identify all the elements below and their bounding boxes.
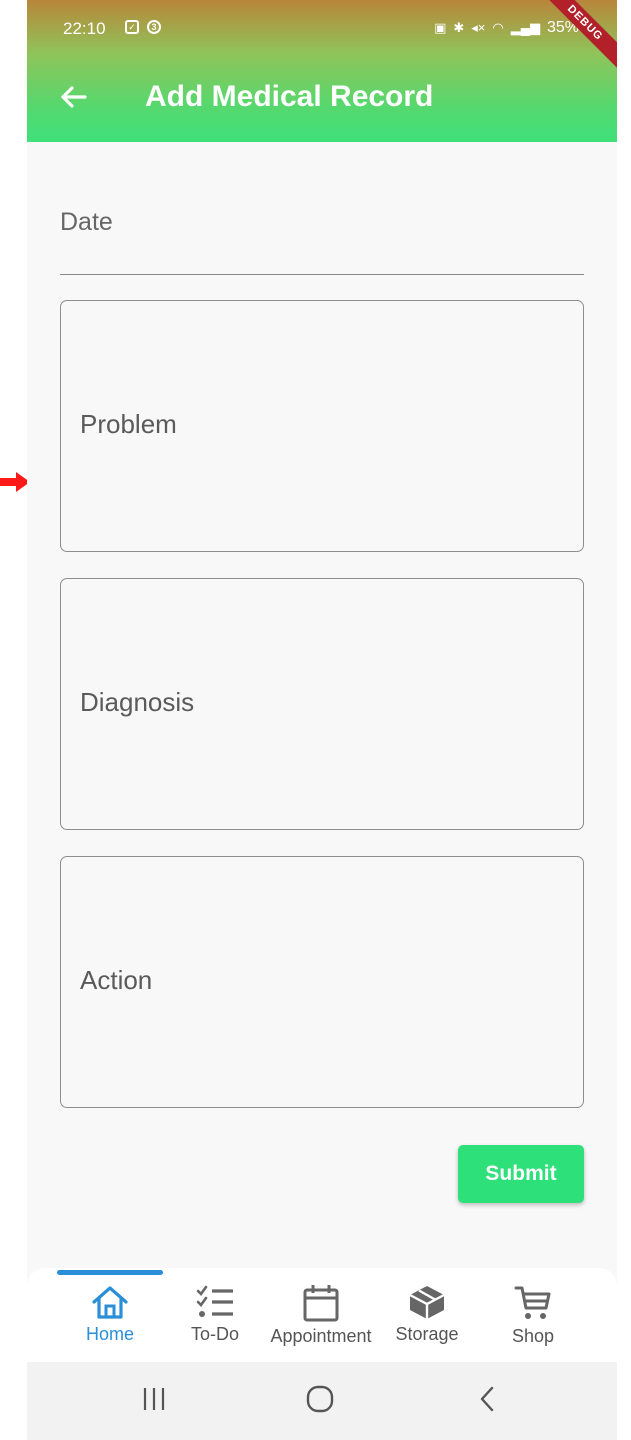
box-icon: [409, 1286, 445, 1319]
action-label: Action: [80, 965, 153, 995]
app-bar: Add Medical Record: [27, 60, 617, 136]
diagnosis-label: Diagnosis: [80, 687, 195, 717]
app-notification-icon: 3: [147, 20, 161, 34]
nav-item-shop[interactable]: Shop: [478, 1278, 588, 1358]
nav-label-shop: Shop: [511, 1326, 555, 1346]
nav-item-storage[interactable]: Storage: [372, 1278, 482, 1358]
date-field[interactable]: Date: [60, 190, 584, 275]
mute-icon: ◂×: [471, 20, 486, 35]
active-tab-indicator: [57, 1270, 163, 1275]
nav-item-appointment[interactable]: Appointment: [266, 1278, 376, 1358]
bluetooth-icon: ✱: [453, 20, 465, 35]
annotation-arrow-icon: [0, 472, 30, 492]
problem-label: Problem: [80, 409, 177, 439]
message-notification-icon: ✓: [125, 20, 139, 34]
nav-label-storage: Storage: [395, 1324, 459, 1344]
status-bar: 22:10 ✓ 3 ▣ ✱ ◂× ◠ ▂▄▆ 35% DEBUG: [27, 0, 617, 72]
nav-label-todo: To-Do: [190, 1324, 239, 1344]
bottom-navigation: Home To-Do Appointment Storage Shop: [27, 1268, 617, 1362]
diagnosis-field[interactable]: Diagnosis: [60, 578, 584, 830]
status-time: 22:10: [63, 19, 106, 38]
app-header: 22:10 ✓ 3 ▣ ✱ ◂× ◠ ▂▄▆ 35% DEBUG Add Med…: [27, 0, 617, 142]
submit-button[interactable]: Submit: [458, 1145, 584, 1203]
signal-icon: ▂▄▆: [510, 20, 540, 35]
recent-apps-icon[interactable]: [139, 1382, 169, 1416]
calendar-icon: [303, 1285, 339, 1322]
action-field[interactable]: Action: [60, 856, 584, 1108]
phone-screen: 22:10 ✓ 3 ▣ ✱ ◂× ◠ ▂▄▆ 35% DEBUG Add Med…: [27, 0, 617, 1440]
system-navigation-bar: [27, 1362, 617, 1440]
arrow-left-icon[interactable]: [57, 80, 91, 114]
page-title: Add Medical Record: [145, 80, 434, 113]
nav-label-appointment: Appointment: [270, 1326, 372, 1346]
home-button-icon[interactable]: [303, 1382, 337, 1416]
problem-field[interactable]: Problem: [60, 300, 584, 552]
nav-item-home[interactable]: Home: [55, 1278, 165, 1358]
battery-saver-icon: ▣: [434, 20, 447, 35]
nav-label-home: Home: [85, 1324, 134, 1344]
home-icon: [92, 1286, 128, 1319]
cart-icon: [514, 1286, 551, 1319]
wifi-icon: ◠: [492, 20, 504, 35]
status-indicators: ▣ ✱ ◂× ◠ ▂▄▆ 35%: [434, 19, 579, 37]
back-button-icon[interactable]: [473, 1382, 501, 1416]
notification-icons: ✓ 3: [125, 20, 161, 34]
checklist-icon: [196, 1285, 233, 1317]
date-label: Date: [60, 208, 113, 236]
nav-item-todo[interactable]: To-Do: [160, 1278, 270, 1358]
